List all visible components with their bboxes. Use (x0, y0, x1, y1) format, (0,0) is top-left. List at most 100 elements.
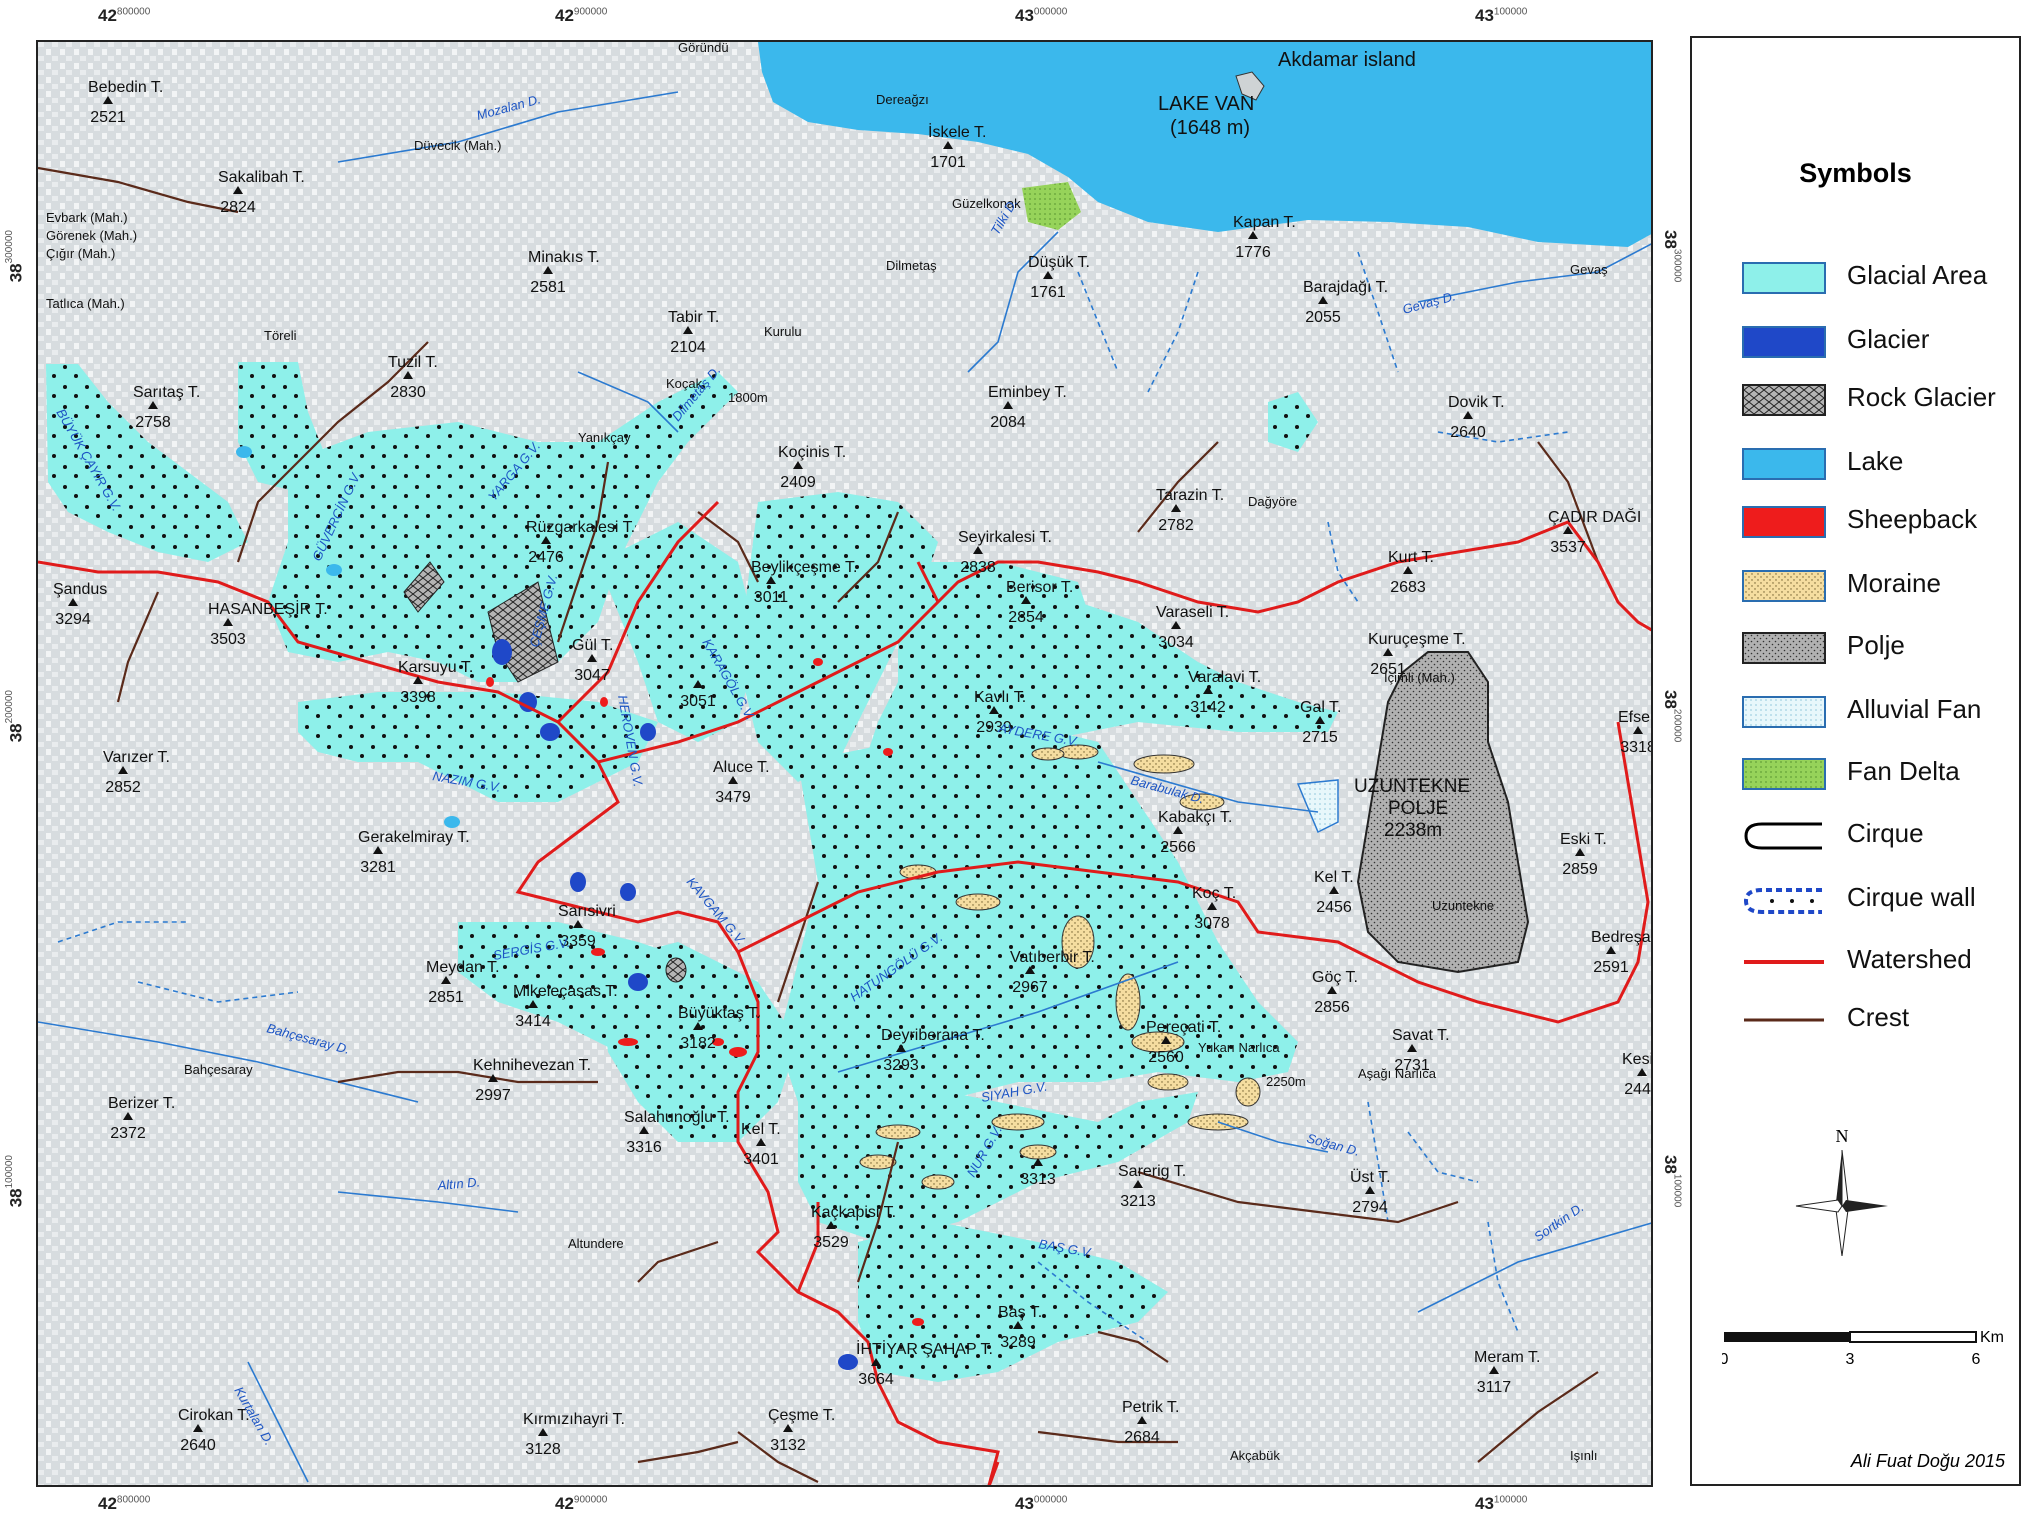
peak-name: Koç T. (1192, 885, 1236, 902)
peak-elevation: 1776 (1235, 244, 1271, 261)
peak-elevation: 2852 (105, 779, 141, 796)
peak-name: ÇADIR DAĞI (1548, 507, 1641, 526)
peak-name: Deyriberana T. (881, 1027, 985, 1044)
lake-van-name: LAKE VAN (1158, 93, 1254, 115)
peak-name: Karsuyu T. (398, 659, 473, 676)
peak-elevation: 1761 (1030, 284, 1066, 301)
peak-name: Rüzgarkalesi T. (526, 519, 635, 536)
peak-name: Minakıs T. (528, 249, 600, 266)
legend-title: Symbols (1799, 158, 1912, 188)
peak-name: Varızer T. (103, 749, 170, 766)
peak-name: İHTİYAR ŞAHAP T. (856, 1339, 993, 1358)
glacial-swatch-icon (1742, 262, 1826, 294)
axis-tick-label: 42900000 (555, 1494, 608, 1513)
peak-elevation: 2104 (670, 339, 706, 356)
peak-elevation: 3051 (680, 693, 716, 710)
village-label: Tatlıca (Mah.) (46, 296, 125, 311)
axis-tick-label: 43100000 (1475, 1494, 1528, 1513)
village-label: Yanıkçay (578, 430, 631, 445)
legend-label: Fan Delta (1847, 756, 1960, 786)
peak-elevation: 1701 (930, 154, 966, 171)
peak-elevation: 2441 (1624, 1081, 1653, 1098)
legend-label: Glacier (1847, 324, 1930, 354)
fandelta-swatch-icon (1742, 758, 1826, 790)
axis-tick-label: 38300000 (1661, 230, 1683, 283)
peak-name: Kehnihevezan T. (473, 1057, 591, 1074)
peak-elevation: 2997 (475, 1087, 511, 1104)
peak-name: Kabakçı T. (1158, 809, 1232, 826)
peak-elevation: 2838 (960, 559, 996, 576)
peak-elevation: 2055 (1305, 309, 1341, 326)
legend-item-crest: Crest (1742, 998, 2012, 1038)
legend-label: Glacial Area (1847, 260, 1988, 290)
polje-name: UZUNTEKNE (1354, 776, 1470, 797)
peak-name: Eski T. (1560, 831, 1607, 848)
legend-item-rock: Rock Glacier (1742, 378, 2012, 418)
peak-name: Kırmızıhayri T. (523, 1411, 625, 1428)
legend-item-polje: Polje (1742, 626, 2012, 666)
peak-elevation: 3182 (680, 1035, 716, 1052)
moraine-swatch-icon (1742, 570, 1826, 602)
legend-item-lake: Lake (1742, 442, 2012, 482)
axis-tick-label: 42800000 (98, 6, 151, 25)
legend-label: Alluvial Fan (1847, 694, 1982, 724)
peak-name: Büyüktaş T. (678, 1005, 760, 1022)
peak-name: Tabir T. (668, 309, 719, 326)
peak-elevation: 2566 (1160, 839, 1196, 856)
village-label: Çığır (Mah.) (46, 246, 115, 261)
peak-name: Vatıberbir T. (1010, 949, 1095, 966)
peak-elevation: 3078 (1194, 915, 1230, 932)
village-label: Göründü (678, 42, 729, 55)
village-label: Görenek (Mah.) (46, 228, 137, 243)
legend-label: Lake (1847, 446, 1904, 476)
peak-name: İskele T. (928, 122, 986, 141)
peak-name: Savat T. (1392, 1027, 1450, 1044)
peak-elevation: 2372 (110, 1125, 146, 1142)
peak-elevation: 2824 (220, 199, 256, 216)
peak-elevation: 3537 (1550, 539, 1586, 556)
peak-elevation: 3414 (515, 1013, 551, 1030)
village-label: İçimli (Mah.) (1384, 670, 1455, 685)
peak-name: Koçinis T. (778, 444, 846, 461)
peak-name: Tarazin T. (1156, 487, 1224, 504)
peak-name: Dovik T. (1448, 394, 1505, 411)
peak-elevation: 2581 (530, 279, 566, 296)
rock-swatch-icon (1742, 384, 1826, 416)
peak-elevation: 2476 (528, 549, 564, 566)
axis-tick-label: 38100000 (1661, 1155, 1683, 1208)
peak-name: Kavlı T. (974, 689, 1026, 706)
peak-name: Gerakelmiray T. (358, 829, 470, 846)
legend-label: Watershed (1847, 944, 1972, 974)
peak-elevation: 3142 (1190, 699, 1226, 716)
peak-elevation: 3401 (743, 1151, 779, 1168)
village-label: Dağyöre (1248, 494, 1297, 509)
peak-name: Sarerig T. (1118, 1163, 1186, 1180)
peak-name: Gal T. (1300, 699, 1342, 716)
scale-tick-label: 6 (1972, 1351, 1981, 1368)
legend-item-cirque: Cirque (1742, 814, 2012, 854)
peak-elevation: 2859 (1562, 861, 1598, 878)
peak-elevation: 3117 (1477, 1379, 1512, 1396)
peak-elevation: 2967 (1012, 979, 1048, 996)
peak-elevation: 3293 (883, 1057, 919, 1074)
peak-elevation: 3316 (626, 1139, 662, 1156)
peak-elevation: 2851 (428, 989, 464, 1006)
peak-name: Kesiktaş T. (1622, 1051, 1653, 1068)
peak-name: Kel T. (1314, 869, 1354, 886)
peak-elevation: 2084 (990, 414, 1026, 431)
crest-swatch-icon (1742, 1004, 1826, 1036)
legend-item-glacier: Glacier (1742, 320, 2012, 360)
village-label: Gevaş (1570, 262, 1608, 277)
peak-name: Tuzil T. (388, 354, 438, 371)
peak-name: Eminbey T. (988, 384, 1067, 401)
akdamar-island-label: Akdamar island (1278, 49, 1416, 71)
peak-name: Çeşme T. (768, 1407, 835, 1424)
axis-tick-label: 38200000 (1661, 690, 1683, 743)
peak-elevation: 3664 (858, 1371, 894, 1388)
peak-elevation: 2854 (1008, 609, 1044, 626)
peak-name: Varaseli T. (1156, 604, 1229, 621)
alluvial-swatch-icon (1742, 696, 1826, 728)
peak-elevation: 3398 (400, 689, 436, 706)
peak-elevation: 3479 (715, 789, 751, 806)
legend-item-cirquewall: Cirque wall (1742, 878, 2012, 918)
